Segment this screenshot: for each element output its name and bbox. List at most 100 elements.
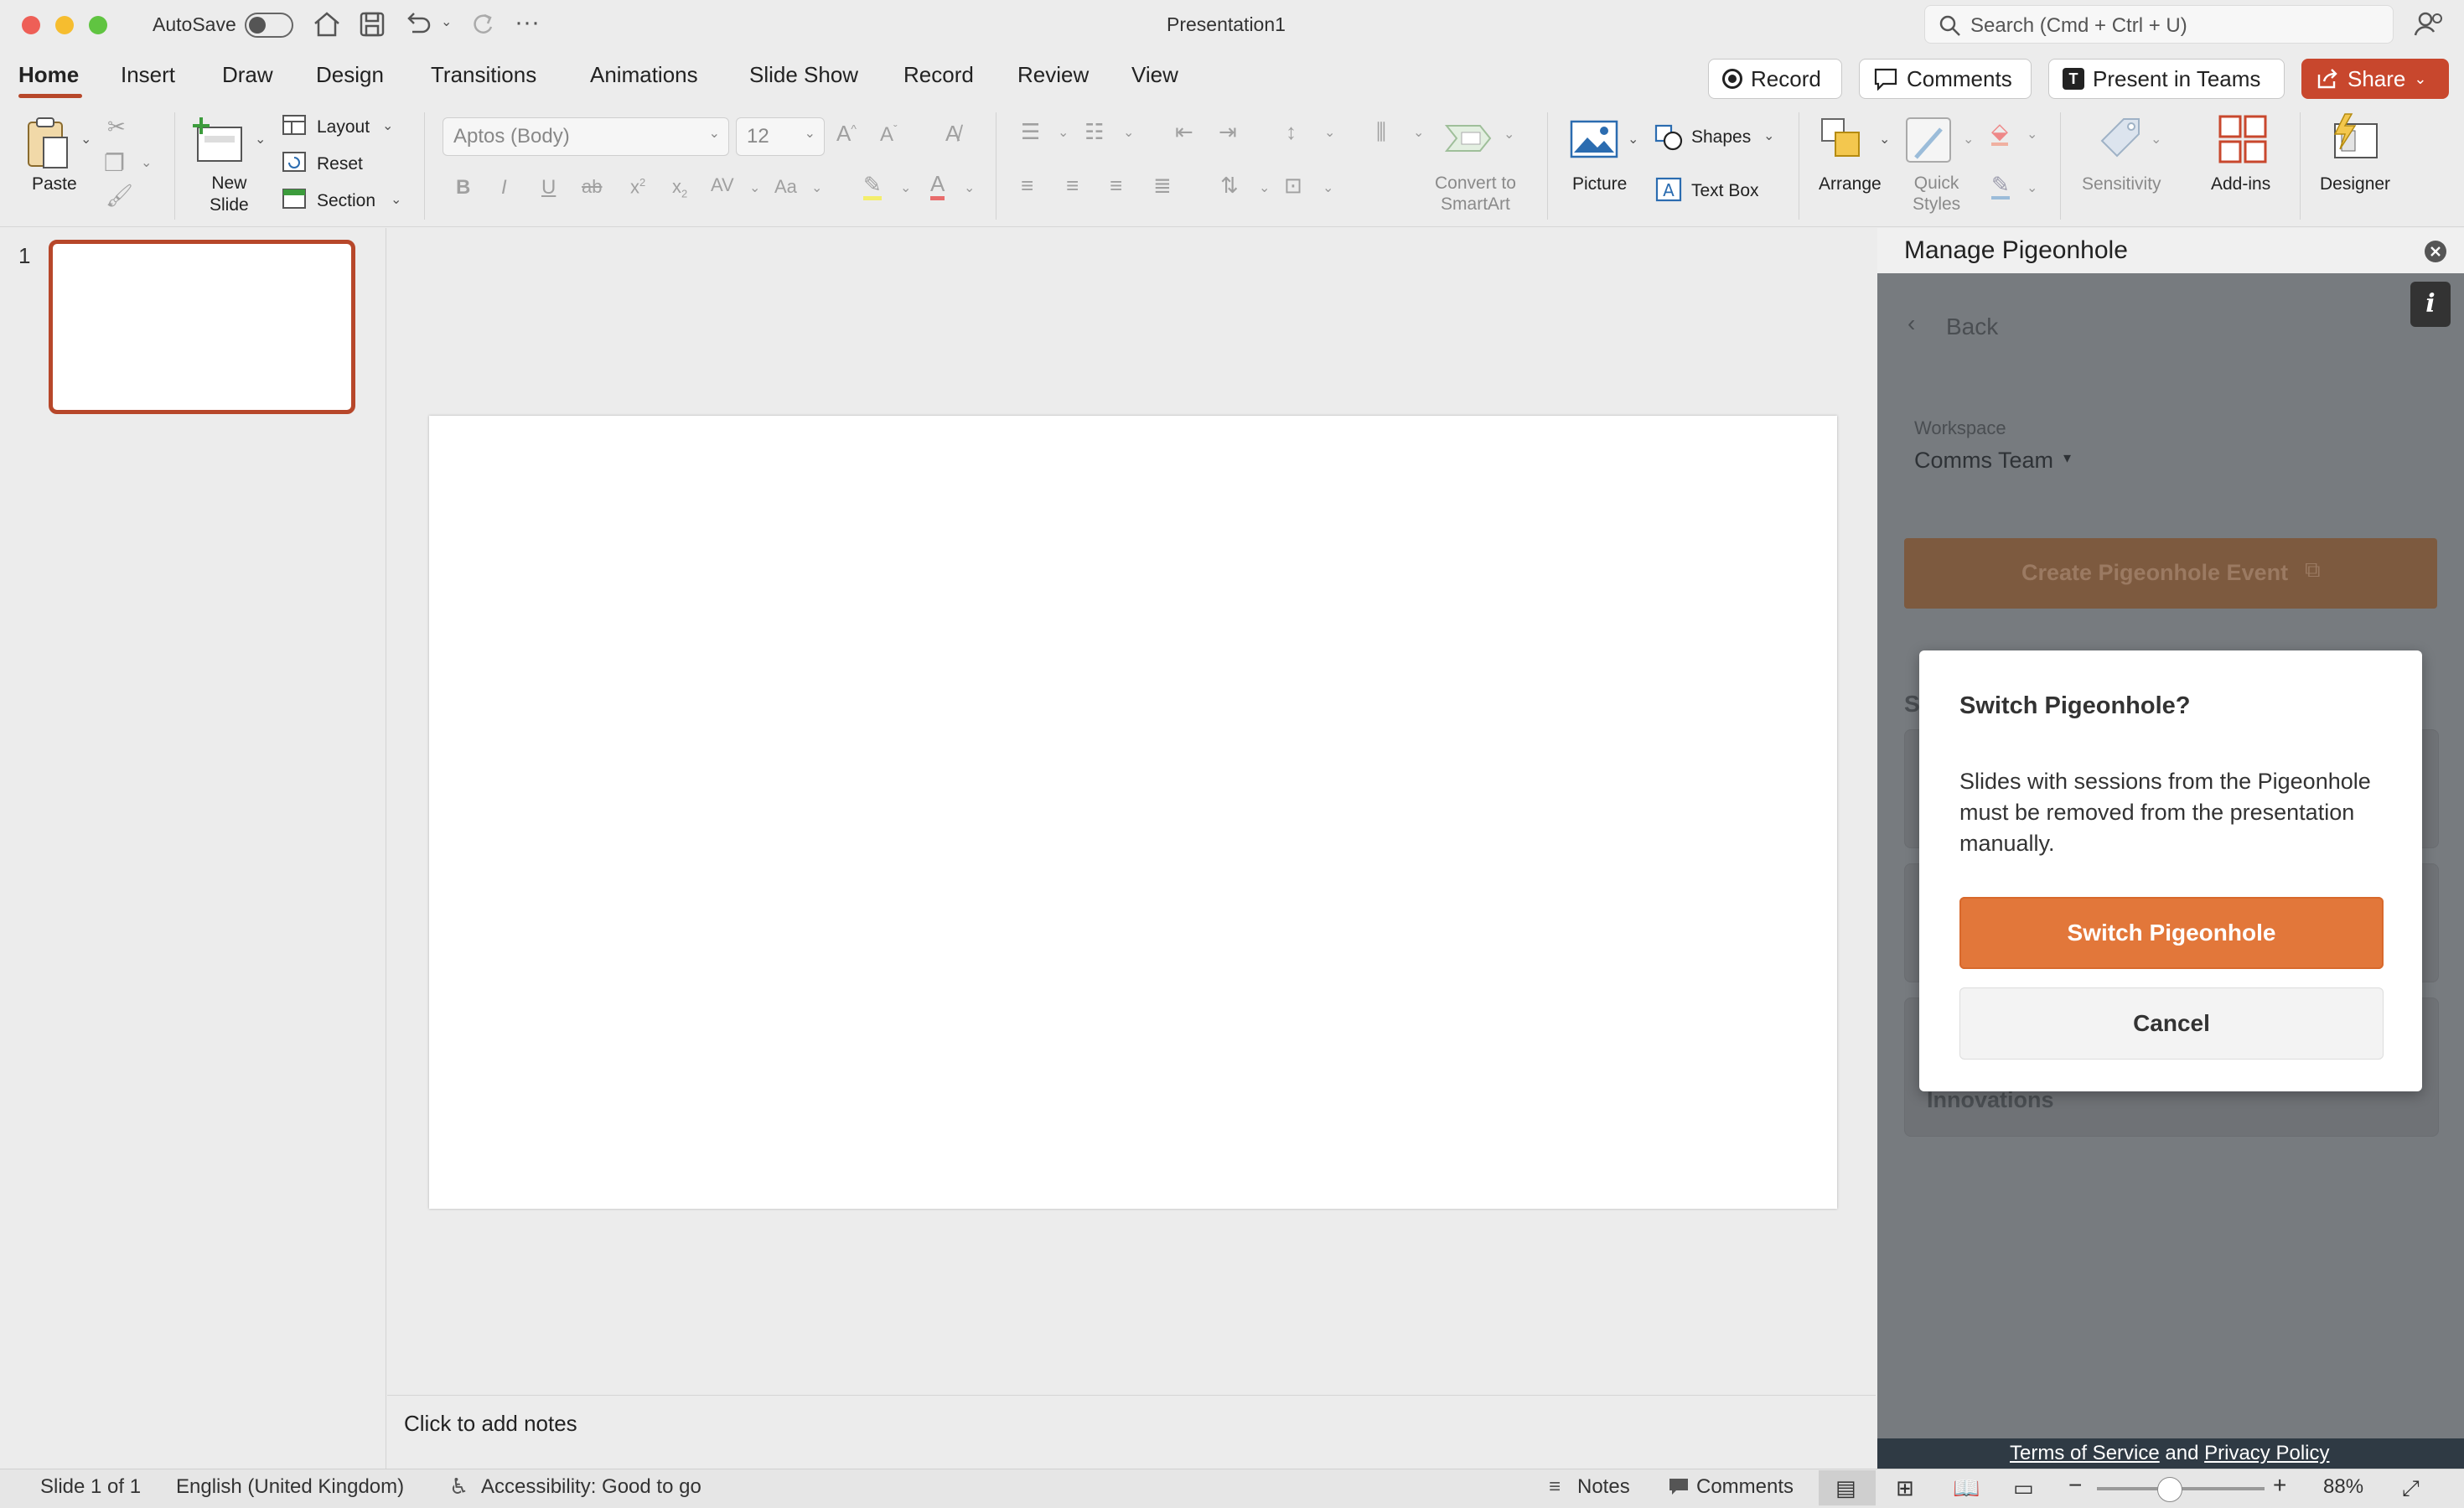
language-status[interactable]: English (United Kingdom) [176,1475,404,1499]
bullets-chevron-icon[interactable]: ⌄ [1058,124,1069,141]
add-ins-icon[interactable] [2218,114,2268,164]
copy-dropdown-chevron-icon[interactable]: ⌄ [141,154,152,171]
accessibility-status[interactable]: Accessibility: Good to go [481,1475,701,1499]
format-painter-icon[interactable]: 🖌 [106,183,133,209]
notes-icon[interactable]: ≡ [1549,1475,1561,1499]
columns-chevron-icon[interactable]: ⌄ [1413,124,1424,141]
record-button[interactable]: Record [1708,59,1842,99]
quick-styles-chevron-icon[interactable]: ⌄ [1963,131,1974,148]
sensitivity-chevron-icon[interactable]: ⌄ [2151,131,2161,148]
line-spacing-icon[interactable]: ↕ [1286,119,1297,145]
decrease-font-size-icon[interactable]: Aˇ [880,122,898,147]
reading-view-icon[interactable]: 📖 [1953,1475,1980,1501]
account-icon[interactable] [2414,10,2444,39]
status-comment-icon[interactable] [1668,1477,1690,1497]
line-spacing-chevron-icon[interactable]: ⌄ [1324,124,1335,141]
back-chevron-icon[interactable]: ‹ [1908,310,1915,337]
tab-home[interactable]: Home [18,62,79,88]
font-name-dropdown[interactable]: Aptos (Body) ⌄ [443,117,729,156]
tab-design[interactable]: Design [316,62,384,88]
align-text-icon[interactable]: ⊡ [1284,173,1302,199]
privacy-policy-link[interactable]: Privacy Policy [2204,1442,2329,1464]
zoom-level[interactable]: 88% [2323,1475,2363,1499]
designer-icon[interactable] [2327,112,2382,164]
arrange-chevron-icon[interactable]: ⌄ [1879,131,1890,148]
italic-icon[interactable]: I [501,176,507,200]
reset-icon[interactable] [282,151,307,173]
close-window-button[interactable] [22,16,40,34]
accessibility-icon[interactable]: ♿ [449,1474,468,1500]
font-size-dropdown[interactable]: 12 ⌄ [736,117,825,156]
cancel-button[interactable]: Cancel [1959,987,2384,1060]
increase-indent-icon[interactable]: ⇥ [1219,119,1237,145]
picture-chevron-icon[interactable]: ⌄ [1628,131,1638,148]
zoom-out-icon[interactable]: − [2068,1472,2082,1499]
workspace-chevron-icon[interactable]: ▾ [2063,449,2071,467]
columns-icon[interactable]: ⫼ [1376,119,1386,146]
quick-styles-icon[interactable] [1904,116,1956,168]
smartart-chevron-icon[interactable]: ⌄ [1504,126,1514,143]
terms-of-service-link[interactable]: Terms of Service [2010,1442,2160,1464]
slide-thumbnail[interactable] [49,240,355,414]
notes-pane[interactable]: Click to add notes [387,1395,1876,1469]
slide-show-view-icon[interactable]: ▭ [2013,1475,2034,1501]
fit-to-window-icon[interactable]: ⤢ [2402,1475,2420,1502]
tab-transitions[interactable]: Transitions [431,62,536,88]
notes-toggle[interactable]: Notes [1577,1475,1630,1499]
copy-icon[interactable]: ❐ [104,149,125,177]
new-slide-dropdown-chevron-icon[interactable]: ⌄ [255,131,266,148]
reset-button[interactable]: Reset [317,154,363,174]
layout-button[interactable]: Layout [317,117,370,137]
highlight-chevron-icon[interactable]: ⌄ [900,179,911,196]
clear-formatting-icon[interactable]: A̸ [945,121,960,147]
close-pane-icon[interactable] [2424,240,2447,263]
present-in-teams-button[interactable]: T Present in Teams [2048,59,2285,99]
comments-button[interactable]: Comments [1859,59,2032,99]
slide-sorter-view-icon[interactable]: ⊞ [1896,1475,1914,1501]
shapes-icon[interactable] [1654,124,1685,151]
create-pigeonhole-event-button[interactable]: Create Pigeonhole Event ⧉ [1904,538,2437,609]
character-spacing-icon[interactable]: AV [711,174,734,196]
redo-icon[interactable] [469,10,496,37]
numbering-icon[interactable]: ☷ [1084,119,1104,145]
shape-outline-icon[interactable]: ✎ [1991,173,2010,200]
minimize-window-button[interactable] [55,16,74,34]
tab-animations[interactable]: Animations [590,62,698,88]
font-color-chevron-icon[interactable]: ⌄ [964,179,975,196]
zoom-in-icon[interactable]: + [2273,1472,2286,1499]
section-dropdown-chevron-icon[interactable]: ⌄ [391,191,401,208]
comments-toggle[interactable]: Comments [1696,1475,1794,1499]
shape-outline-chevron-icon[interactable]: ⌄ [2027,179,2037,196]
shape-fill-chevron-icon[interactable]: ⌄ [2027,126,2037,143]
character-spacing-chevron-icon[interactable]: ⌄ [749,179,760,196]
zoom-slider-thumb[interactable] [2157,1477,2182,1502]
text-box-icon[interactable]: A [1654,176,1683,203]
cut-icon[interactable]: ✂ [107,114,126,140]
info-icon[interactable]: i [2410,282,2451,327]
zoom-window-button[interactable] [89,16,107,34]
subscript-icon[interactable]: x2 [672,176,687,200]
switch-pigeonhole-button[interactable]: Switch Pigeonhole [1959,897,2384,969]
home-icon[interactable] [312,10,342,39]
align-text-chevron-icon[interactable]: ⌄ [1323,179,1333,196]
superscript-icon[interactable]: x2 [630,176,645,198]
sensitivity-icon[interactable] [2095,112,2146,164]
share-button[interactable]: Share ⌄ [2301,59,2449,99]
picture-icon[interactable] [1569,119,1619,161]
workspace-dropdown[interactable]: Comms Team [1914,448,2053,474]
layout-dropdown-chevron-icon[interactable]: ⌄ [382,117,393,134]
paste-dropdown-chevron-icon[interactable]: ⌄ [80,131,91,148]
shapes-button[interactable]: Shapes [1691,127,1751,148]
bullets-icon[interactable]: ☰ [1021,119,1040,145]
font-color-icon[interactable]: A [930,171,945,200]
decrease-indent-icon[interactable]: ⇤ [1175,119,1193,145]
justify-icon[interactable]: ≣ [1153,173,1172,199]
increase-font-size-icon[interactable]: A^ [836,121,857,147]
paste-icon[interactable] [23,116,72,171]
underline-icon[interactable]: U [541,176,556,200]
highlight-icon[interactable]: ✎ [863,173,882,200]
back-link[interactable]: Back [1946,314,1998,340]
more-options-icon[interactable]: ··· [515,8,540,37]
change-case-chevron-icon[interactable]: ⌄ [811,179,822,196]
normal-view-button[interactable]: ▤ [1819,1470,1876,1505]
